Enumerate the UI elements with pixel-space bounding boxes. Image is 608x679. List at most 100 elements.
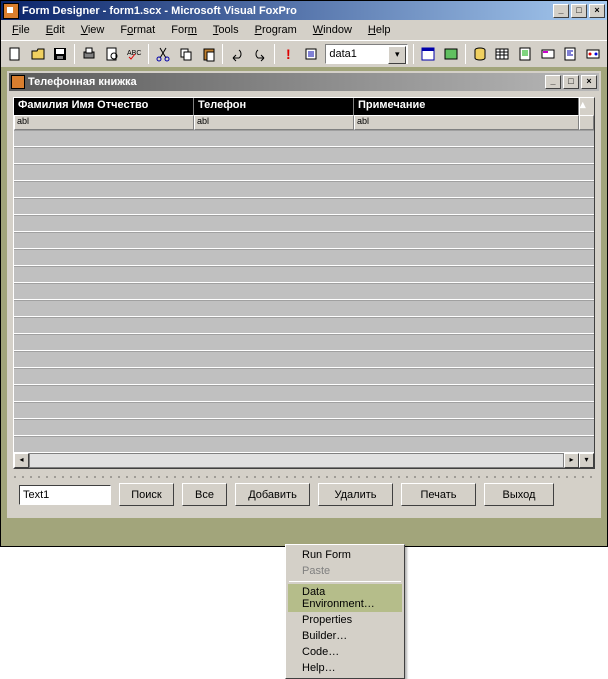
save-icon[interactable] (49, 43, 71, 65)
grid-col-note[interactable]: Примечание (354, 98, 579, 115)
grid-row[interactable] (14, 249, 594, 266)
menu-bar: FFileile Edit View Format Form Tools Pro… (1, 20, 607, 40)
grid-row[interactable] (14, 436, 594, 453)
database-icon[interactable] (469, 43, 491, 65)
grid-row[interactable] (14, 402, 594, 419)
program-icon[interactable] (560, 43, 582, 65)
form-maximize-button[interactable]: □ (563, 75, 579, 89)
class-icon[interactable] (582, 43, 604, 65)
label-icon[interactable] (537, 43, 559, 65)
report-icon[interactable] (514, 43, 536, 65)
hscroll-track[interactable] (29, 453, 564, 468)
grid-vscroll-track[interactable] (579, 115, 594, 130)
design-grid-dots (11, 473, 597, 481)
open-icon[interactable] (27, 43, 49, 65)
grid-row[interactable] (14, 385, 594, 402)
cm-data-environment[interactable]: Data Environment… (288, 584, 402, 612)
minimize-button[interactable]: _ (553, 4, 569, 18)
grid-row[interactable] (14, 283, 594, 300)
grid-rows (14, 130, 594, 453)
grid-row[interactable] (14, 419, 594, 436)
undo-icon[interactable] (226, 43, 248, 65)
grid-vscroll-up[interactable]: ▴ (579, 98, 594, 115)
grid-row[interactable] (14, 317, 594, 334)
grid-row[interactable] (14, 351, 594, 368)
new-icon[interactable] (4, 43, 26, 65)
grid-row[interactable] (14, 198, 594, 215)
table-icon[interactable] (491, 43, 513, 65)
form-designer-area[interactable]: Телефонная книжка _ □ × Фамилия Имя Отче… (1, 67, 607, 546)
close-button[interactable]: × (589, 4, 605, 18)
application-window: Form Designer - form1.scx - Microsoft Vi… (0, 0, 608, 547)
combo-value: data1 (329, 48, 357, 60)
cm-run-form[interactable]: Run Form (288, 547, 402, 563)
print-button[interactable]: Печать (401, 483, 476, 506)
redo-icon[interactable] (249, 43, 271, 65)
preview-icon[interactable] (101, 43, 123, 65)
run-icon[interactable]: ! (278, 43, 300, 65)
menu-program[interactable]: Program (248, 22, 304, 38)
form-body[interactable]: Фамилия Имя Отчество Телефон Примечание … (9, 91, 599, 516)
cm-properties[interactable]: Properties (288, 612, 402, 628)
menu-file[interactable]: FFileile (5, 22, 37, 38)
app-icon (3, 3, 19, 19)
autoform-icon[interactable] (440, 43, 462, 65)
grid-col-phone[interactable]: Телефон (194, 98, 354, 115)
grid-row[interactable] (14, 300, 594, 317)
grid-abl-3: abl (354, 115, 579, 130)
search-button[interactable]: Поиск (119, 483, 174, 506)
grid-control[interactable]: Фамилия Имя Отчество Телефон Примечание … (13, 97, 595, 469)
grid-abl-1: abl (14, 115, 194, 130)
delete-button[interactable]: Удалить (318, 483, 393, 506)
print-icon[interactable] (78, 43, 100, 65)
cm-builder[interactable]: Builder… (288, 628, 402, 644)
form-minimize-button[interactable]: _ (545, 75, 561, 89)
maximize-button[interactable]: □ (571, 4, 587, 18)
cut-icon[interactable] (152, 43, 174, 65)
grid-hscroll[interactable]: ◂ ▸ ▾ (14, 453, 594, 468)
form-titlebar[interactable]: Телефонная книжка _ □ × (9, 73, 599, 91)
grid-row[interactable] (14, 181, 594, 198)
menu-edit[interactable]: Edit (39, 22, 72, 38)
grid-row[interactable] (14, 266, 594, 283)
grid-row[interactable] (14, 130, 594, 147)
menu-window[interactable]: Window (306, 22, 359, 38)
grid-abl-2: abl (194, 115, 354, 130)
database-combo[interactable]: data1 (325, 44, 408, 64)
form-title: Телефонная книжка (28, 76, 137, 88)
add-button[interactable]: Добавить (235, 483, 310, 506)
spell-icon[interactable]: ABC (124, 43, 146, 65)
grid-row[interactable] (14, 215, 594, 232)
grid-row[interactable] (14, 368, 594, 385)
cm-code[interactable]: Code… (288, 644, 402, 660)
svg-text:!: ! (286, 46, 291, 62)
vscroll-down-icon[interactable]: ▾ (579, 453, 594, 468)
exit-button[interactable]: Выход (484, 483, 554, 506)
all-button[interactable]: Все (182, 483, 227, 506)
menu-view[interactable]: View (74, 22, 112, 38)
grid-row[interactable] (14, 164, 594, 181)
hscroll-right-icon[interactable]: ▸ (564, 453, 579, 468)
menu-help[interactable]: Help (361, 22, 398, 38)
paste-icon[interactable] (198, 43, 220, 65)
form-icon[interactable] (417, 43, 439, 65)
grid-row[interactable] (14, 232, 594, 249)
grid-col-fio[interactable]: Фамилия Имя Отчество (14, 98, 194, 115)
menu-form[interactable]: Form (164, 22, 204, 38)
grid-row[interactable] (14, 147, 594, 164)
copy-icon[interactable] (175, 43, 197, 65)
form-button-row: Поиск Все Добавить Удалить Печать Выход (11, 471, 597, 514)
menu-tools[interactable]: Tools (206, 22, 246, 38)
search-input[interactable] (19, 485, 111, 505)
form-window[interactable]: Телефонная книжка _ □ × Фамилия Имя Отче… (7, 71, 601, 518)
menu-format[interactable]: Format (113, 22, 162, 38)
form-close-button[interactable]: × (581, 75, 597, 89)
grid-row[interactable] (14, 334, 594, 351)
modify-icon[interactable] (301, 43, 323, 65)
grid-header: Фамилия Имя Отчество Телефон Примечание … (14, 98, 594, 115)
grid-indicator-row: abl abl abl (14, 115, 594, 130)
cm-separator (289, 581, 401, 582)
main-titlebar[interactable]: Form Designer - form1.scx - Microsoft Vi… (1, 1, 607, 20)
cm-help[interactable]: Help… (288, 660, 402, 676)
hscroll-left-icon[interactable]: ◂ (14, 453, 29, 468)
